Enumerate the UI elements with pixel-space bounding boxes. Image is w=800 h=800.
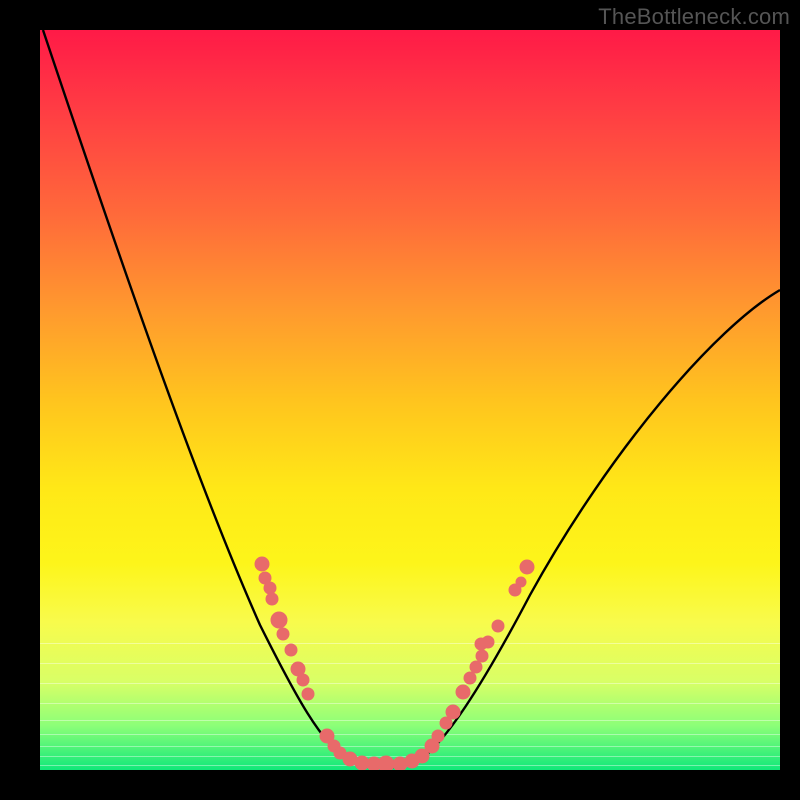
data-marker [277, 628, 289, 640]
data-marker [464, 672, 476, 684]
data-marker [482, 636, 494, 648]
data-marker [476, 650, 488, 662]
data-marker [297, 674, 309, 686]
data-marker [302, 688, 314, 700]
plot-area [40, 30, 780, 770]
data-marker [271, 612, 287, 628]
data-marker [520, 560, 534, 574]
data-marker [492, 620, 504, 632]
data-marker [516, 577, 526, 587]
data-marker [470, 661, 482, 673]
data-marker [285, 644, 297, 656]
data-marker [378, 756, 394, 770]
data-marker [266, 593, 278, 605]
watermark-text: TheBottleneck.com [598, 4, 790, 30]
data-marker [255, 557, 269, 571]
chart-frame: TheBottleneck.com [0, 0, 800, 800]
data-marker [446, 705, 460, 719]
data-marker [432, 730, 444, 742]
data-marker [264, 582, 276, 594]
data-marker [456, 685, 470, 699]
bottleneck-curve [43, 30, 780, 767]
curve-layer [40, 30, 780, 770]
